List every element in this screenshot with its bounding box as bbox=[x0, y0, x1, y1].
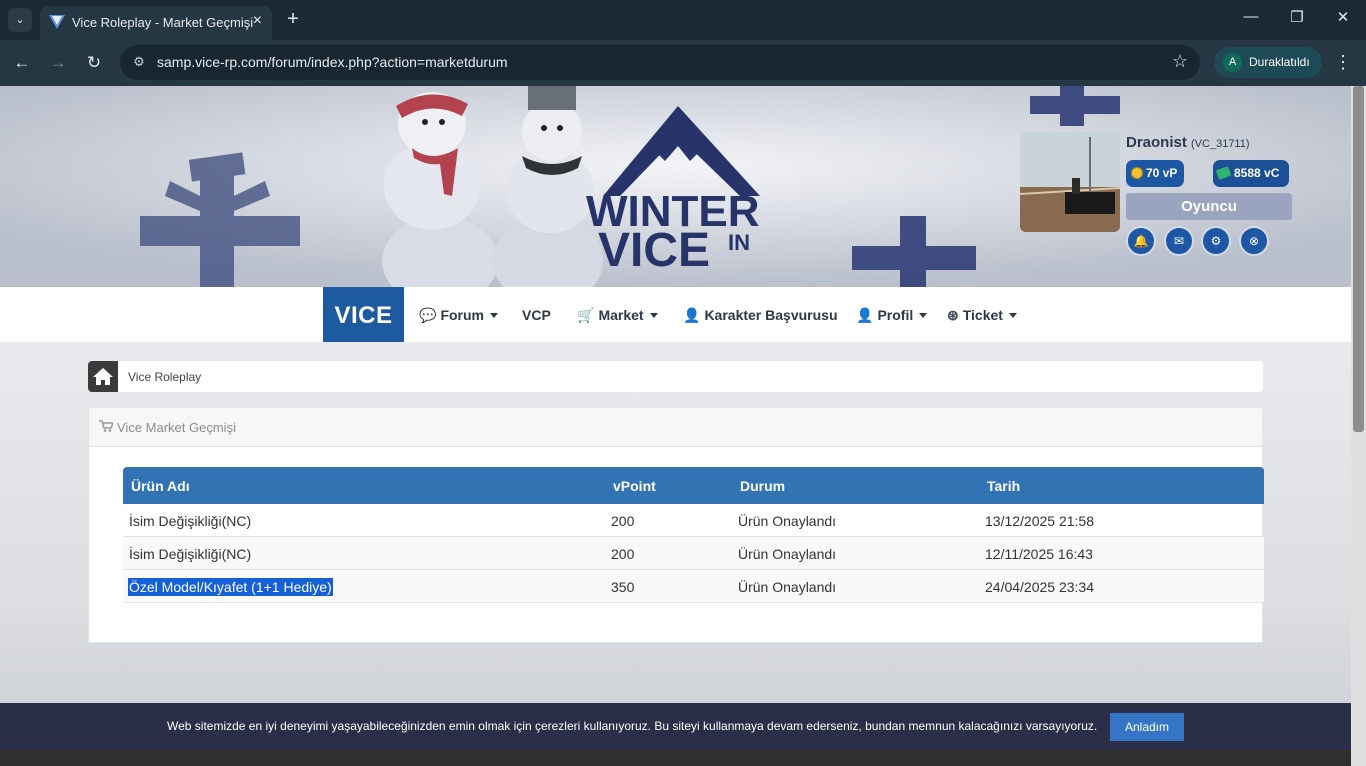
cell-status: Ürün Onaylandı bbox=[738, 546, 837, 562]
home-icon[interactable] bbox=[88, 361, 118, 392]
bookmark-star-icon[interactable]: ☆ bbox=[1172, 51, 1188, 72]
tab-title: Vice Roleplay - Market Geçmişi bbox=[72, 15, 254, 30]
browser-menu-icon[interactable]: ⋮ bbox=[1334, 52, 1352, 73]
username[interactable]: Draonist (VC_31711) bbox=[1126, 134, 1250, 151]
site-favicon-icon bbox=[49, 15, 65, 29]
vcash-badge[interactable]: 8588 vC bbox=[1213, 160, 1289, 187]
cell-date: 24/04/2025 23:34 bbox=[985, 579, 1094, 595]
nav-market[interactable]: 🛒 Market bbox=[577, 307, 658, 324]
nav-ticket-label: Ticket bbox=[962, 307, 1003, 323]
chevron-down-icon bbox=[919, 313, 928, 318]
user-icon: 👤 bbox=[856, 307, 874, 323]
nav-profil[interactable]: 👤 Profil bbox=[856, 307, 928, 324]
page-bottom-strip bbox=[0, 750, 1351, 766]
table-row: İsim Değişikliği(NC) 200 Ürün Onaylandı … bbox=[123, 537, 1264, 570]
cart-icon bbox=[99, 420, 113, 432]
column-header-durum: Durum bbox=[740, 478, 786, 494]
nav-forum[interactable]: 💬 Forum bbox=[419, 307, 498, 324]
header-banner: WINTER VICE IN Draonist (VC_31711) 70 vP… bbox=[0, 86, 1366, 287]
tab-close-icon[interactable]: × bbox=[253, 12, 262, 30]
cell-product: İsim Değişikliği(NC) bbox=[129, 546, 252, 562]
site-info-icon[interactable]: ⚙ bbox=[130, 54, 148, 72]
scrollbar-thumb[interactable] bbox=[1353, 86, 1364, 432]
notifications-bell-icon[interactable]: 🔔 bbox=[1126, 226, 1156, 256]
user-plus-icon: 👤 bbox=[683, 307, 701, 323]
profile-avatar: A bbox=[1223, 53, 1242, 72]
forward-icon[interactable]: → bbox=[46, 51, 70, 75]
url-text[interactable]: samp.vice-rp.com/forum/index.php?action=… bbox=[157, 54, 508, 70]
coins-icon bbox=[1131, 167, 1143, 179]
breadcrumb: Vice Roleplay bbox=[88, 361, 1263, 392]
vpoint-value: 70 vP bbox=[1146, 166, 1178, 180]
web-page: WINTER VICE IN Draonist (VC_31711) 70 vP… bbox=[0, 86, 1366, 766]
cell-product-selected: Özel Model/Kıyafet (1+1 Hediye) bbox=[128, 578, 333, 596]
nav-profil-label: Profil bbox=[877, 307, 914, 323]
nav-karakter-basvurusu[interactable]: 👤 Karakter Başvurusu bbox=[683, 307, 838, 324]
user-avatar[interactable] bbox=[1020, 132, 1120, 232]
comments-icon: 💬 bbox=[419, 307, 437, 323]
market-history-table: Ürün Adı vPoint Durum Tarih İsim Değişik… bbox=[123, 467, 1264, 603]
cell-vpoint: 200 bbox=[611, 546, 635, 562]
window-close-icon[interactable]: ✕ bbox=[1320, 8, 1366, 26]
cookie-consent-bar: Web sitemizde en iyi deneyimi yaşayabile… bbox=[0, 703, 1351, 750]
nav-vcp-label: VCP bbox=[522, 307, 551, 323]
reload-icon[interactable]: ↻ bbox=[82, 51, 106, 75]
minimize-icon[interactable]: — bbox=[1228, 8, 1274, 25]
panel-title: Vice Market Geçmişi bbox=[117, 420, 236, 435]
logo-text-in: IN bbox=[728, 230, 750, 255]
panel-header: Vice Market Geçmişi bbox=[89, 408, 1262, 447]
user-card: Draonist (VC_31711) 70 vP 8588 vC Oyuncu… bbox=[1020, 132, 1295, 256]
user-id: (VC_31711) bbox=[1191, 138, 1250, 150]
new-tab-icon[interactable]: + bbox=[283, 7, 303, 31]
market-history-panel: Vice Market Geçmişi Ürün Adı vPoint Duru… bbox=[88, 407, 1264, 643]
vertical-scrollbar[interactable] bbox=[1351, 86, 1366, 766]
column-header-vpoint: vPoint bbox=[613, 478, 656, 494]
browser-tab-strip: ⌄ Vice Roleplay - Market Geçmişi × + — ❐… bbox=[0, 0, 1366, 40]
table-row: İsim Değişikliği(NC) 200 Ürün Onaylandı … bbox=[123, 504, 1264, 537]
cell-status: Ürün Onaylandı bbox=[738, 579, 837, 595]
cell-vpoint: 350 bbox=[611, 579, 635, 595]
table-row: Özel Model/Kıyafet (1+1 Hediye) 350 Ürün… bbox=[123, 570, 1264, 603]
cookie-accept-button[interactable]: Anladım bbox=[1110, 713, 1184, 741]
nav-karakter-label: Karakter Başvurusu bbox=[704, 307, 838, 323]
tab-search-dropdown-icon[interactable]: ⌄ bbox=[8, 8, 32, 32]
cookie-message: Web sitemizde en iyi deneyimi yaşayabile… bbox=[167, 719, 1098, 733]
vpoint-badge[interactable]: 70 vP bbox=[1126, 160, 1184, 187]
chevron-down-icon bbox=[649, 313, 658, 318]
main-navbar: VICE 💬 Forum VCP 🛒 Market 👤 Karakter Başvur… bbox=[0, 287, 1366, 342]
nav-market-label: Market bbox=[598, 307, 644, 323]
cart-icon: 🛒 bbox=[577, 307, 595, 323]
cell-product: İsim Değişikliği(NC) bbox=[129, 513, 252, 529]
settings-gear-icon[interactable]: ⚙ bbox=[1201, 226, 1231, 256]
cell-status: Ürün Onaylandı bbox=[738, 513, 837, 529]
restore-icon[interactable]: ❐ bbox=[1274, 8, 1320, 26]
chevron-down-icon bbox=[1008, 313, 1017, 318]
messages-envelope-icon[interactable]: ✉ bbox=[1164, 226, 1194, 256]
profile-status-label: Duraklatıldı bbox=[1249, 55, 1310, 69]
address-bar[interactable]: ⚙ samp.vice-rp.com/forum/index.php?actio… bbox=[120, 45, 1200, 80]
breadcrumb-item[interactable]: Vice Roleplay bbox=[128, 370, 201, 384]
user-role: Oyuncu bbox=[1126, 193, 1292, 220]
logout-close-icon[interactable]: ⊗ bbox=[1239, 226, 1269, 256]
vcash-value: 8588 vC bbox=[1234, 166, 1280, 180]
logo-text-vice: VICE bbox=[598, 224, 710, 277]
browser-tab-active[interactable]: Vice Roleplay - Market Geçmişi × bbox=[40, 6, 272, 40]
lifering-icon: ⊛ bbox=[947, 307, 959, 323]
cell-date: 12/11/2025 16:43 bbox=[985, 546, 1093, 562]
cell-vpoint: 200 bbox=[611, 513, 635, 529]
brand-home-link[interactable]: VICE bbox=[323, 287, 404, 342]
nav-vcp[interactable]: VCP bbox=[522, 307, 551, 323]
profile-chip[interactable]: A Duraklatıldı bbox=[1214, 47, 1322, 78]
money-icon bbox=[1215, 166, 1232, 180]
chevron-down-icon bbox=[490, 313, 498, 318]
browser-toolbar: ← → ↻ ⚙ samp.vice-rp.com/forum/index.php… bbox=[0, 40, 1366, 86]
column-header-tarih: Tarih bbox=[987, 478, 1021, 494]
nav-ticket[interactable]: ⊛ Ticket bbox=[947, 307, 1017, 324]
table-header: Ürün Adı vPoint Durum Tarih bbox=[123, 467, 1264, 504]
cell-date: 13/12/2025 21:58 bbox=[985, 513, 1094, 529]
back-icon[interactable]: ← bbox=[10, 51, 34, 75]
column-header-urun-adi: Ürün Adı bbox=[131, 478, 190, 494]
nav-forum-label: Forum bbox=[440, 307, 484, 323]
